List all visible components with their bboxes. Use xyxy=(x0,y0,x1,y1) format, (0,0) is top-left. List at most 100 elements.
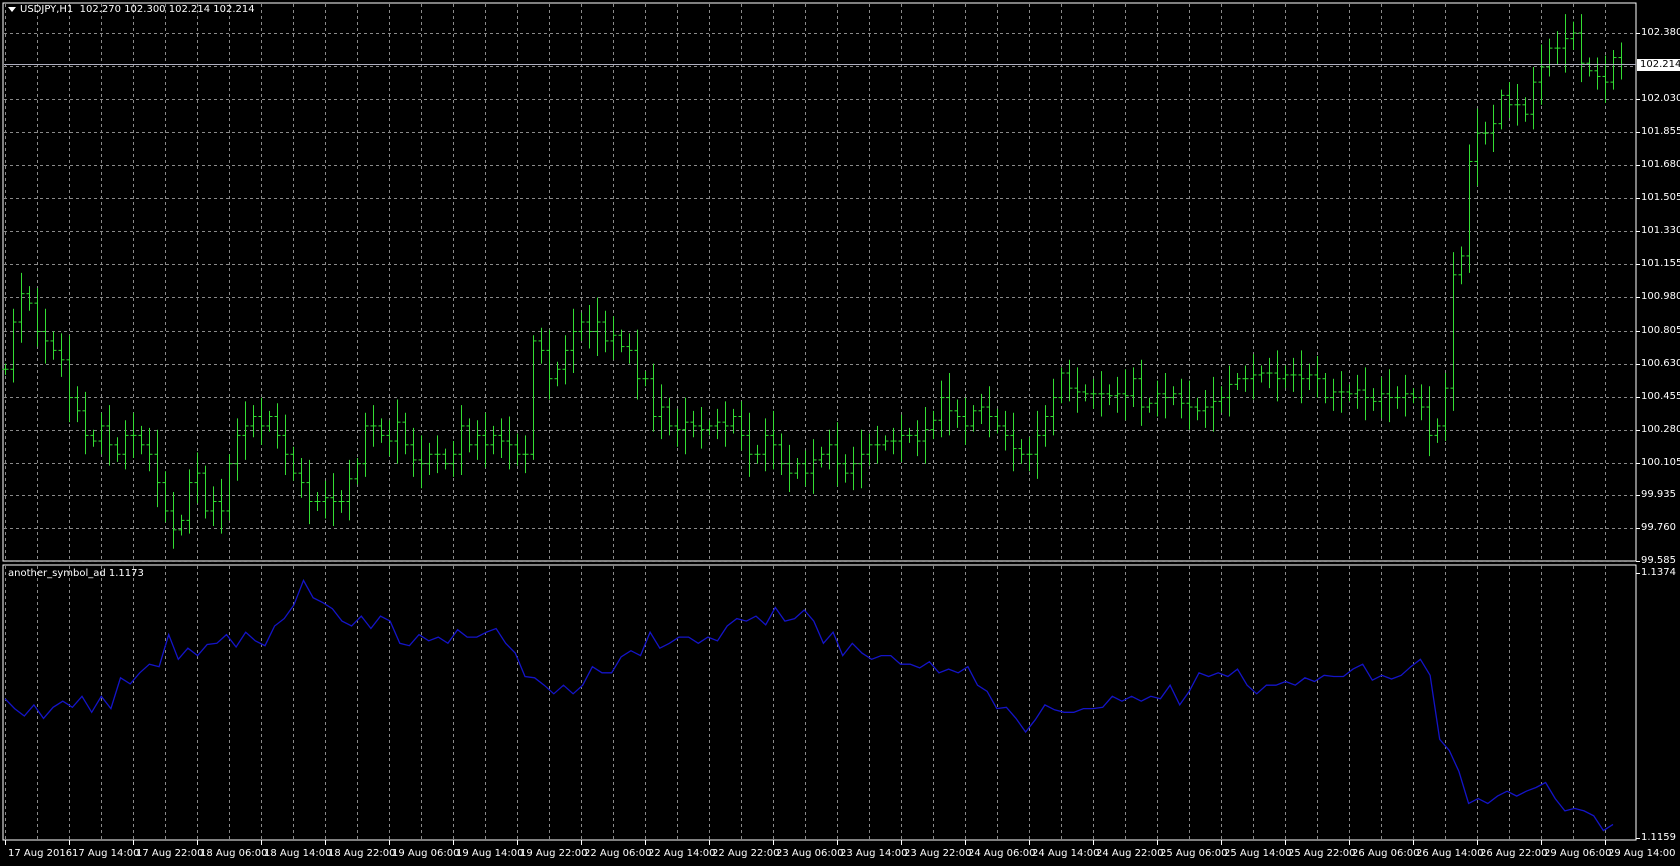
ohlc-bar xyxy=(506,416,513,470)
time-axis-label: 22 Aug 06:00 xyxy=(584,848,652,859)
indicator-axis-label: 1.1159 xyxy=(1641,832,1676,843)
price-axis-label: 100.455 xyxy=(1641,391,1680,402)
ohlc-bar xyxy=(1410,388,1417,404)
ohlc-bar xyxy=(834,422,841,487)
ohlc-bar xyxy=(1418,384,1425,421)
ohlc-bar xyxy=(914,420,921,457)
ohlc-bar xyxy=(602,310,609,353)
ohlc-bar xyxy=(514,433,521,466)
time-axis-label: 23 Aug 06:00 xyxy=(776,848,844,859)
ohlc-bar xyxy=(162,471,169,523)
ohlc-bar xyxy=(1082,384,1089,402)
symbol-label: USDJPY,H1 xyxy=(20,4,74,15)
ohlc-bar xyxy=(714,408,721,440)
time-axis-label: 23 Aug 22:00 xyxy=(904,848,972,859)
indicator-panel-frame xyxy=(2,564,1637,841)
time-axis-label: 29 Aug 14:00 xyxy=(1608,848,1676,859)
ohlc-bar xyxy=(98,412,105,455)
ohlc-bar xyxy=(1610,50,1617,90)
price-axis-label: 101.330 xyxy=(1641,225,1680,236)
collapse-triangle-icon[interactable] xyxy=(8,6,16,12)
ohlc-bar xyxy=(530,335,537,460)
ohlc-bar xyxy=(1050,378,1057,436)
ohlc-bar xyxy=(466,418,473,453)
ohlc-bar xyxy=(266,410,273,432)
ohlc-bar xyxy=(186,469,193,534)
ohlc-bar xyxy=(394,399,401,464)
ohlc-bar xyxy=(322,480,329,519)
time-axis-label: 19 Aug 14:00 xyxy=(456,848,524,859)
ohlc-bar xyxy=(1026,437,1033,472)
ohlc-bar xyxy=(610,316,617,360)
ohlc-bar xyxy=(1074,367,1081,413)
ohlc-bar xyxy=(1570,21,1577,51)
ohlc-bar xyxy=(1466,144,1473,273)
ohlc-bar xyxy=(1170,386,1177,406)
ohlc-bar xyxy=(522,435,529,474)
ohlc-bar xyxy=(626,333,633,364)
ohlc-bar xyxy=(74,386,81,423)
ohlc-bar xyxy=(554,361,561,387)
chart-canvas[interactable] xyxy=(0,0,1680,866)
ohlc-bar xyxy=(1258,365,1265,383)
ohlc-bar xyxy=(1114,376,1121,413)
ohlc-bar xyxy=(418,435,425,489)
ohlc-bar xyxy=(258,397,265,445)
ohlc-bar xyxy=(410,427,417,477)
time-axis-label: 18 Aug 06:00 xyxy=(200,848,268,859)
ohlc-bar xyxy=(1122,369,1129,421)
ohlc-bar xyxy=(1250,354,1257,400)
ohlc-bar xyxy=(1602,55,1609,103)
ohlc-bar xyxy=(842,454,849,483)
ohlc-bar xyxy=(1138,359,1145,426)
ohlc-bar xyxy=(290,446,297,481)
time-axis-label: 17 Aug 14:00 xyxy=(72,848,140,859)
ohlc-bar xyxy=(82,391,89,455)
ohlc-bar xyxy=(930,410,937,440)
price-axis-label: 100.280 xyxy=(1641,424,1680,435)
ohlc-bar xyxy=(1442,373,1449,442)
ohlc-bar xyxy=(242,401,249,460)
ohlc-bar xyxy=(282,414,289,476)
ohlc-bar xyxy=(130,412,137,459)
ohlc-bar xyxy=(682,397,689,455)
price-axis-label: 100.805 xyxy=(1641,325,1680,336)
ohlc-bar xyxy=(34,288,41,347)
ohlc-bar xyxy=(434,435,441,474)
ohlc-bar xyxy=(1042,405,1049,447)
ohlc-bar xyxy=(786,444,793,493)
ohlc-bar xyxy=(50,331,57,360)
indicator-line xyxy=(4,578,1614,832)
ohlc-bar xyxy=(1202,390,1209,428)
ohlc-bar xyxy=(538,327,545,364)
ohlc-bar xyxy=(1106,384,1113,406)
ohlc-bar xyxy=(874,425,881,464)
price-axis-label: 101.505 xyxy=(1641,192,1680,203)
ohlc-bar xyxy=(722,401,729,447)
time-axis-label: 24 Aug 22:00 xyxy=(1096,848,1164,859)
time-axis-label: 22 Aug 22:00 xyxy=(712,848,780,859)
ohlc-bar xyxy=(1514,84,1521,126)
ohlc-bar xyxy=(1322,373,1329,404)
ohlc-bar xyxy=(1154,380,1161,417)
ohlc-bar xyxy=(810,439,817,494)
ohlc-bar xyxy=(1426,386,1433,457)
ohlc-bar xyxy=(106,405,113,466)
ohlc-bar xyxy=(818,446,825,468)
ohlc-bar xyxy=(898,414,905,462)
ohlc-bar xyxy=(946,373,953,436)
ohlc-bar xyxy=(1218,386,1225,413)
ohlc-bar xyxy=(770,410,777,470)
indicator-axis-label: 1.1374 xyxy=(1641,567,1676,578)
ohlc-bar xyxy=(1386,369,1393,423)
ohlc-bar xyxy=(562,335,569,385)
time-axis-label: 26 Aug 06:00 xyxy=(1352,848,1420,859)
ohlc-bar xyxy=(1274,350,1281,402)
ohlc-bar xyxy=(146,427,153,472)
ohlc-bar xyxy=(962,397,969,445)
ohlc-bar xyxy=(1178,378,1185,419)
ohlc-bar xyxy=(1226,365,1233,417)
time-axis-label: 25 Aug 22:00 xyxy=(1288,848,1356,859)
ohlc-bar xyxy=(386,420,393,457)
ohlc-bar xyxy=(1498,89,1505,130)
